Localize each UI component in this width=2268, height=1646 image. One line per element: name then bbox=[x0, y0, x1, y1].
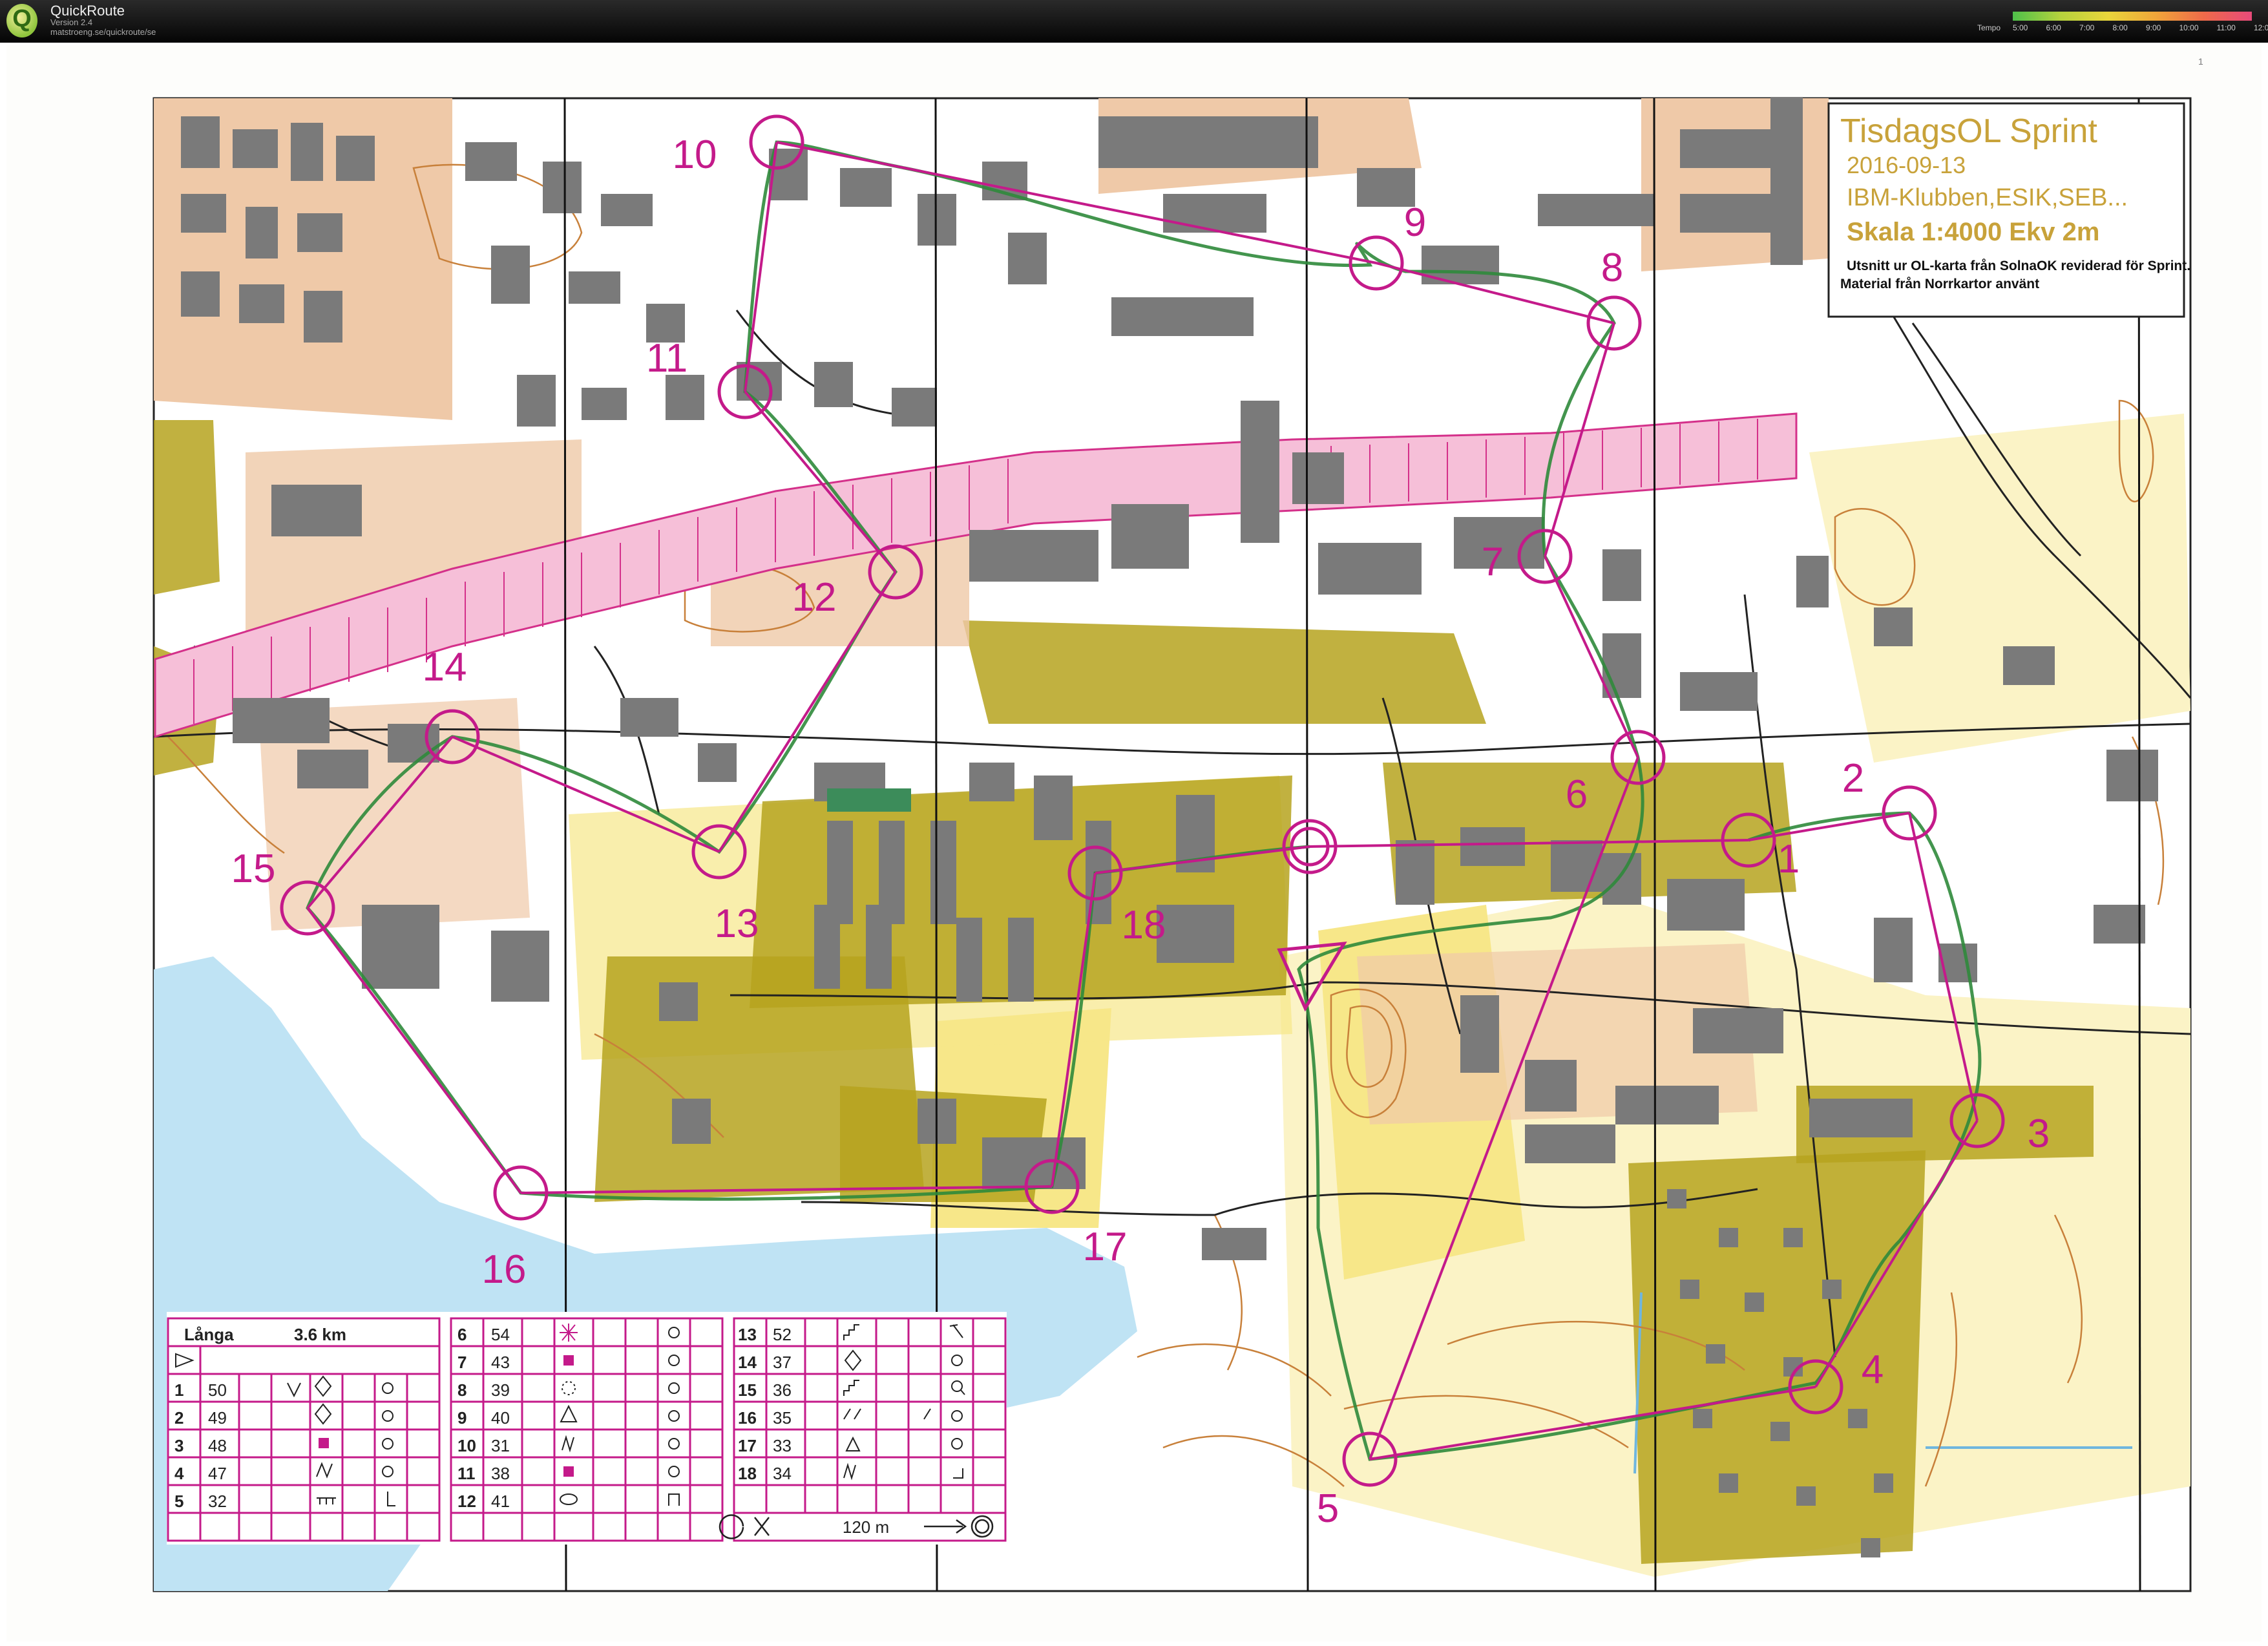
control-number: 6 bbox=[1566, 772, 1588, 817]
desc-num: 13 bbox=[738, 1325, 757, 1344]
map-note-line2: Material från Norrkartor använt bbox=[1840, 277, 2039, 291]
desc-num: 1 bbox=[174, 1380, 184, 1400]
desc-code: 41 bbox=[491, 1492, 510, 1511]
desc-code: 40 bbox=[491, 1408, 510, 1428]
control-number: 7 bbox=[1482, 540, 1504, 584]
course-name: Långa bbox=[184, 1325, 234, 1344]
tempo-tick: 5:00 bbox=[2013, 23, 2028, 32]
desc-code: 33 bbox=[773, 1436, 792, 1455]
tempo-tick: 7:00 bbox=[2079, 23, 2095, 32]
desc-num: 7 bbox=[457, 1353, 467, 1372]
control-number: 14 bbox=[423, 645, 467, 690]
control-number: 12 bbox=[792, 575, 837, 620]
control-number: 3 bbox=[2028, 1112, 2050, 1156]
control-number: 1 bbox=[1778, 837, 1800, 881]
desc-code: 36 bbox=[773, 1380, 792, 1400]
tempo-tick: 9:00 bbox=[2146, 23, 2161, 32]
control-number: 17 bbox=[1083, 1225, 1128, 1269]
desc-num: 14 bbox=[738, 1353, 757, 1372]
desc-num: 16 bbox=[738, 1408, 757, 1428]
desc-code: 37 bbox=[773, 1353, 792, 1372]
desc-code: 38 bbox=[491, 1464, 510, 1483]
desc-num: 3 bbox=[174, 1436, 184, 1455]
control-number: 11 bbox=[646, 336, 688, 381]
map-scale: Skala 1:4000 Ekv 2m bbox=[1847, 218, 2099, 246]
map-note-line1: Utsnitt ur OL-karta från SolnaOK revider… bbox=[1847, 259, 2190, 273]
finish-distance: 120 m bbox=[843, 1517, 889, 1537]
desc-code: 49 bbox=[208, 1408, 227, 1428]
tempo-tick: 10:00 bbox=[2179, 23, 2199, 32]
control-number: 18 bbox=[1122, 903, 1166, 947]
tempo-color-bar bbox=[2013, 12, 2252, 21]
desc-code: 50 bbox=[208, 1380, 227, 1400]
control-number: 15 bbox=[231, 847, 276, 891]
desc-num: 2 bbox=[174, 1408, 184, 1428]
app-version: Version 2.4 bbox=[50, 17, 93, 27]
desc-num: 12 bbox=[457, 1492, 476, 1511]
control-description-table: Långa 3.6 km 1 50 2 49 3 48 4 47 5 32 6 … bbox=[167, 1312, 1007, 1545]
desc-num: 9 bbox=[457, 1408, 467, 1428]
desc-code: 48 bbox=[208, 1436, 227, 1455]
control-number: 16 bbox=[482, 1247, 527, 1292]
desc-num: 17 bbox=[738, 1436, 757, 1455]
desc-num: 4 bbox=[174, 1464, 184, 1483]
tempo-label: Tempo bbox=[1977, 23, 2001, 32]
tempo-tick: 11:00 bbox=[2216, 23, 2236, 32]
desc-code: 47 bbox=[208, 1464, 227, 1483]
app-url: matstroeng.se/quickroute/se bbox=[50, 27, 156, 37]
desc-code: 52 bbox=[773, 1325, 792, 1344]
map-clubs: IBM-Klubben,ESIK,SEB... bbox=[1847, 184, 2128, 211]
control-number: 13 bbox=[715, 902, 759, 946]
tempo-tick: 12:00 min/km bbox=[2253, 23, 2268, 32]
map-title: TisdagsOL Sprint bbox=[1840, 112, 2097, 150]
desc-code: 39 bbox=[491, 1380, 510, 1400]
sheet-corner-mark: 1 bbox=[2198, 56, 2203, 67]
desc-code: 43 bbox=[491, 1353, 510, 1372]
map-canvas[interactable]: 1 1 2 3 4 5 6 7 8 9 10 11 12 13 14 15 16… bbox=[6, 45, 2262, 1641]
tempo-scale: 5:00 6:00 7:00 8:00 9:00 10:00 11:00 12:… bbox=[2013, 23, 2268, 32]
desc-code: 32 bbox=[208, 1492, 227, 1511]
desc-num: 8 bbox=[457, 1380, 467, 1400]
desc-num: 5 bbox=[174, 1492, 184, 1511]
course-length: 3.6 km bbox=[294, 1325, 346, 1344]
control-number: 10 bbox=[673, 132, 717, 177]
desc-num: 18 bbox=[738, 1464, 757, 1483]
desc-num: 10 bbox=[457, 1436, 476, 1455]
desc-code: 54 bbox=[491, 1325, 510, 1344]
desc-num: 15 bbox=[738, 1380, 757, 1400]
control-number: 8 bbox=[1601, 246, 1623, 290]
map-date: 2016-09-13 bbox=[1847, 152, 1966, 178]
tempo-tick: 8:00 bbox=[2112, 23, 2128, 32]
control-number: 2 bbox=[1842, 756, 1864, 801]
quickroute-logo-icon: Q bbox=[6, 4, 37, 37]
desc-code: 31 bbox=[491, 1436, 510, 1455]
control-number: 5 bbox=[1317, 1486, 1339, 1531]
tempo-tick: 6:00 bbox=[2046, 23, 2061, 32]
desc-num: 6 bbox=[457, 1325, 467, 1344]
control-number: 4 bbox=[1862, 1347, 1884, 1392]
app-title-bar: Q QuickRoute Version 2.4 matstroeng.se/q… bbox=[0, 0, 2268, 43]
desc-code: 35 bbox=[773, 1408, 792, 1428]
control-number: 9 bbox=[1404, 200, 1426, 245]
map-title-box: TisdagsOL Sprint 2016-09-13 IBM-Klubben,… bbox=[1827, 102, 2190, 318]
desc-code: 34 bbox=[773, 1464, 792, 1483]
desc-num: 11 bbox=[457, 1464, 476, 1483]
